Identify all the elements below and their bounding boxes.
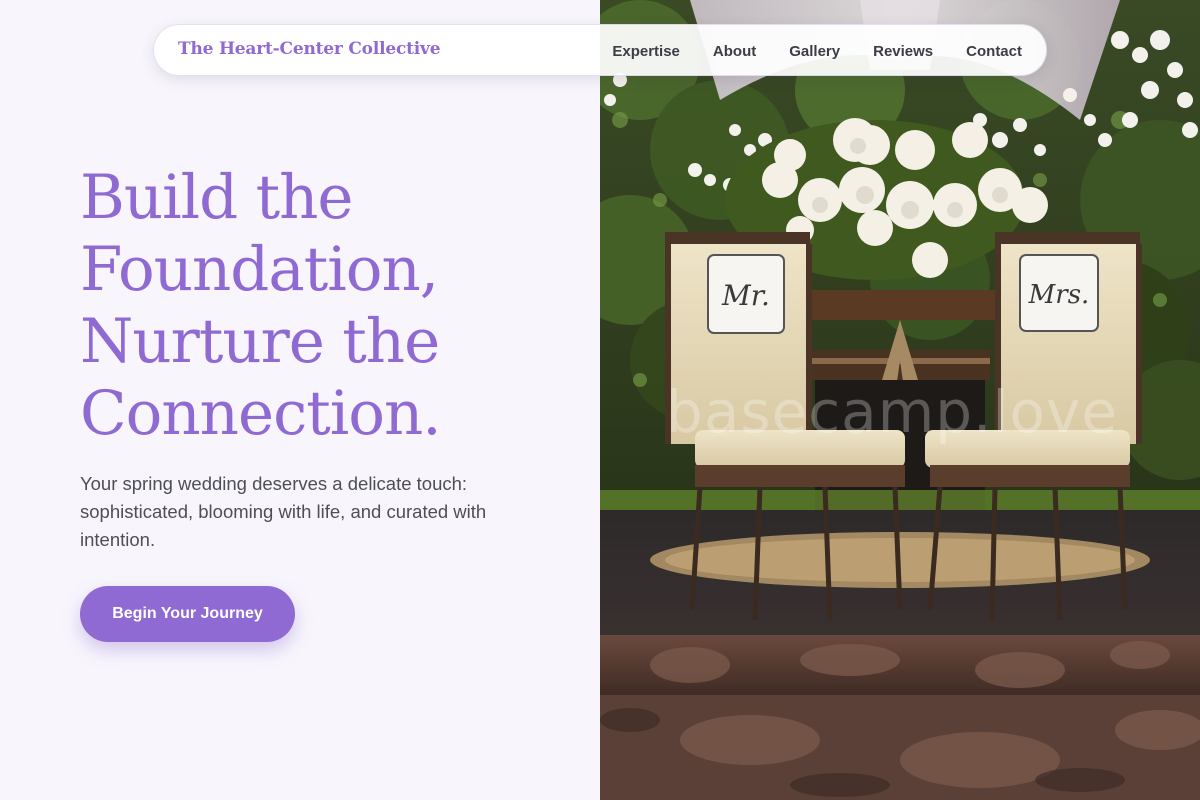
begin-journey-button[interactable]: Begin Your Journey bbox=[80, 586, 295, 642]
nav-link-gallery[interactable]: Gallery bbox=[789, 43, 840, 60]
brand-logo[interactable]: The Heart-Center Collective bbox=[178, 39, 441, 59]
watermark-text: basecamp.love bbox=[666, 378, 1119, 446]
hero-headline: Build the Foundation, Nurture the Connec… bbox=[80, 162, 580, 450]
headline-line-4: Connection. bbox=[80, 378, 442, 449]
nav-link-contact[interactable]: Contact bbox=[966, 43, 1022, 60]
headline-line-2: Foundation, bbox=[80, 234, 439, 305]
nav-link-about[interactable]: About bbox=[713, 43, 756, 60]
headline-line-1: Build the bbox=[80, 162, 353, 233]
hero-subtext: Your spring wedding deserves a delicate … bbox=[80, 473, 487, 550]
nav-link-reviews[interactable]: Reviews bbox=[873, 43, 933, 60]
headline-line-3: Nurture the bbox=[80, 306, 440, 377]
mr-sign-text: Mr. bbox=[721, 279, 770, 312]
nav-link-expertise[interactable]: Expertise bbox=[612, 43, 680, 60]
mrs-sign-text: Mrs. bbox=[1028, 280, 1090, 310]
nav-links: Expertise About Gallery Reviews Contact bbox=[612, 25, 1022, 77]
navbar: The Heart-Center Collective Expertise Ab… bbox=[153, 24, 1047, 76]
